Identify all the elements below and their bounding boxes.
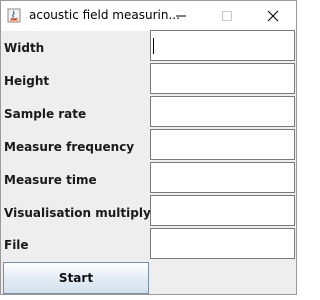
width-input[interactable] (150, 30, 295, 61)
height-label: Height (4, 74, 50, 88)
file-label: File (4, 238, 29, 252)
height-input[interactable] (150, 63, 295, 94)
sample-rate-label: Sample rate (4, 107, 87, 121)
text-caret (153, 38, 154, 54)
maximize-icon (222, 11, 232, 21)
measure-frequency-label: Measure frequency (4, 140, 135, 154)
visualisation-multiplyer-input[interactable] (150, 195, 295, 226)
close-icon (267, 10, 279, 22)
measure-time-label: Measure time (4, 173, 97, 187)
title-bar[interactable]: acoustic field measurin... (1, 1, 296, 31)
sample-rate-input[interactable] (150, 96, 295, 127)
java-app-icon (7, 8, 21, 23)
width-label: Width (4, 41, 45, 55)
file-input[interactable] (150, 228, 295, 259)
app-window: acoustic field measurin... Width Height … (0, 0, 297, 295)
start-button[interactable]: Start (3, 262, 149, 294)
measure-frequency-input[interactable] (150, 129, 295, 160)
maximize-button[interactable] (204, 1, 250, 31)
close-button[interactable] (250, 1, 296, 31)
minimize-icon (176, 15, 186, 17)
minimize-button[interactable] (158, 1, 204, 31)
measure-time-input[interactable] (150, 162, 295, 193)
visualisation-multiplyer-label: Visualisation multiplyer (4, 206, 165, 220)
